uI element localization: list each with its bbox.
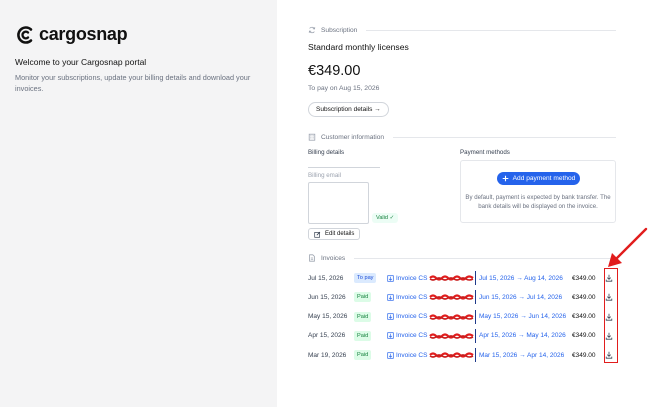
invoice-file-icon bbox=[387, 329, 394, 343]
section-divider bbox=[366, 29, 616, 31]
invoice-row: Mar 19, 2026 Paid Invoice CS Mar 15, 202… bbox=[308, 348, 620, 363]
payment-methods-box bbox=[460, 160, 616, 223]
payment-note: By default, payment is expected by bank … bbox=[465, 194, 611, 210]
redaction-scribble bbox=[429, 332, 474, 340]
building-icon bbox=[308, 133, 316, 141]
plan-name: Standard monthly licenses bbox=[308, 42, 409, 52]
invoice-amount: €349.00 bbox=[572, 293, 596, 301]
invoice-status-badge: Paid bbox=[354, 311, 372, 322]
add-payment-method-button[interactable]: Add payment method bbox=[497, 172, 580, 185]
subscription-amount: €349.00 bbox=[308, 63, 361, 79]
invoice-date: Jun 15, 2026 bbox=[308, 293, 346, 301]
invoice-amount: €349.00 bbox=[572, 351, 596, 359]
invoice-status-badge: To pay bbox=[354, 273, 377, 283]
invoice-period-link[interactable]: Jul 15, 2026 → Aug 14, 2026 bbox=[475, 271, 563, 285]
customer-section-title: Customer information bbox=[321, 133, 385, 141]
invoice-period-link[interactable]: Jun 15, 2026 → Jul 14, 2026 bbox=[475, 290, 562, 305]
plus-icon bbox=[502, 175, 508, 182]
redaction-scribble bbox=[429, 293, 474, 301]
invoice-file-icon bbox=[387, 271, 394, 285]
redaction-scribble bbox=[429, 313, 474, 321]
redaction-scribble bbox=[429, 274, 474, 282]
subscription-details-button[interactable]: Subscription details → bbox=[308, 102, 389, 117]
invoice-row: Jul 15, 2026 To pay Invoice CS Jul 15, 2… bbox=[308, 271, 620, 285]
refresh-icon bbox=[308, 26, 316, 34]
download-highlight-box bbox=[604, 268, 618, 363]
invoice-period-link[interactable]: Mar 15, 2026 → Apr 14, 2026 bbox=[475, 348, 564, 363]
edit-details-button[interactable]: Edit details bbox=[308, 228, 361, 240]
annotation-arrow-icon bbox=[608, 227, 648, 267]
invoice-link[interactable]: Invoice CS bbox=[396, 290, 427, 304]
section-divider bbox=[354, 257, 616, 259]
invoice-date: Jul 15, 2026 bbox=[308, 274, 344, 282]
billing-email-label: Billing email bbox=[308, 172, 342, 179]
invoice-row: Apr 15, 2026 Paid Invoice CS Apr 15, 202… bbox=[308, 328, 620, 343]
invoice-file-icon bbox=[387, 348, 394, 362]
billing-email-field[interactable] bbox=[308, 182, 369, 224]
billing-details-field[interactable] bbox=[308, 167, 380, 168]
invoice-amount: €349.00 bbox=[572, 274, 596, 282]
brand-logo: cargosnap bbox=[15, 24, 128, 45]
invoice-status-badge: Paid bbox=[354, 292, 372, 303]
brand-name: cargosnap bbox=[39, 24, 128, 44]
cargosnap-logo-icon bbox=[17, 25, 33, 44]
section-divider bbox=[393, 136, 616, 138]
invoice-date: Mar 19, 2026 bbox=[308, 351, 347, 359]
invoices-section-title: Invoices bbox=[321, 254, 346, 262]
welcome-description: Monitor your subscriptions, update your … bbox=[15, 73, 251, 93]
edit-icon bbox=[314, 231, 321, 238]
invoice-file-icon bbox=[387, 310, 394, 324]
subscription-section-title: Subscription bbox=[321, 26, 358, 34]
invoice-row: Jun 15, 2026 Paid Invoice CS Jun 15, 202… bbox=[308, 290, 620, 305]
invoice-period-link[interactable]: Apr 15, 2026 → May 14, 2026 bbox=[475, 328, 566, 343]
invoice-link[interactable]: Invoice CS bbox=[396, 271, 427, 285]
due-date-text: To pay on Aug 15, 2026 bbox=[308, 85, 380, 92]
invoice-date: May 15, 2026 bbox=[308, 313, 348, 321]
welcome-heading: Welcome to your Cargosnap portal bbox=[15, 57, 147, 67]
billing-details-label: Billing details bbox=[308, 149, 345, 156]
invoice-period-link[interactable]: May 15, 2026 → Jun 14, 2026 bbox=[475, 309, 566, 324]
redaction-scribble bbox=[429, 351, 474, 359]
invoice-file-icon bbox=[387, 290, 394, 304]
invoice-link[interactable]: Invoice CS bbox=[396, 310, 427, 324]
invoice-date: Apr 15, 2026 bbox=[308, 332, 346, 340]
invoice-amount: €349.00 bbox=[572, 313, 596, 321]
add-payment-label: Add payment method bbox=[512, 175, 576, 182]
invoice-status-badge: Paid bbox=[354, 330, 372, 341]
customer-section-header: Customer information bbox=[308, 133, 616, 141]
invoice-link[interactable]: Invoice CS bbox=[396, 348, 427, 362]
edit-details-label: Edit details bbox=[325, 231, 355, 237]
invoice-amount: €349.00 bbox=[572, 332, 596, 340]
payment-methods-label: Payment methods bbox=[460, 149, 510, 156]
valid-badge: Valid ✓ bbox=[372, 213, 399, 223]
left-panel: cargosnap Welcome to your Cargosnap port… bbox=[0, 0, 277, 407]
document-icon bbox=[309, 254, 315, 262]
invoice-status-badge: Paid bbox=[354, 350, 372, 361]
invoice-link[interactable]: Invoice CS bbox=[396, 329, 427, 343]
subscription-section-header: Subscription bbox=[308, 26, 616, 34]
invoices-section-header: Invoices bbox=[308, 254, 616, 262]
invoice-row: May 15, 2026 Paid Invoice CS May 15, 202… bbox=[308, 309, 620, 324]
